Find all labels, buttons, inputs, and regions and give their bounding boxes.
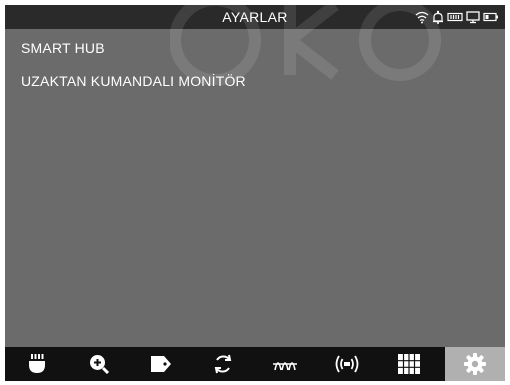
signal-icon [335,355,359,373]
zoom-in-icon [90,355,109,374]
settings-gear-icon [464,353,486,375]
zoom-in-button[interactable] [69,347,129,381]
storage-icon [447,10,463,24]
bell-icon [432,10,444,24]
grid-button[interactable] [379,347,439,381]
brightness-cup-icon [29,354,45,373]
signal-button[interactable] [317,347,377,381]
status-bar [415,8,499,26]
menu-item-smart-hub[interactable]: SMART HUB [21,40,105,56]
filter-wave-button[interactable] [255,347,315,381]
monitor-icon [466,10,480,24]
settings-screen: AYARLAR SMART HUB UZAKTAN KUMANDALI MONİ… [5,5,505,381]
tag-button[interactable] [131,347,191,381]
grid-icon [398,354,420,374]
wifi-icon [415,10,429,24]
rotate-icon [214,354,232,374]
battery-icon [483,10,499,24]
menu-item-remote-monitor[interactable]: UZAKTAN KUMANDALI MONİTÖR [21,73,246,89]
filter-wave-icon [273,362,297,371]
brightness-cup-button[interactable] [7,347,67,381]
rotate-button[interactable] [193,347,253,381]
tag-icon [151,356,171,372]
settings-button[interactable] [445,347,505,381]
bottom-toolbar [5,347,505,381]
